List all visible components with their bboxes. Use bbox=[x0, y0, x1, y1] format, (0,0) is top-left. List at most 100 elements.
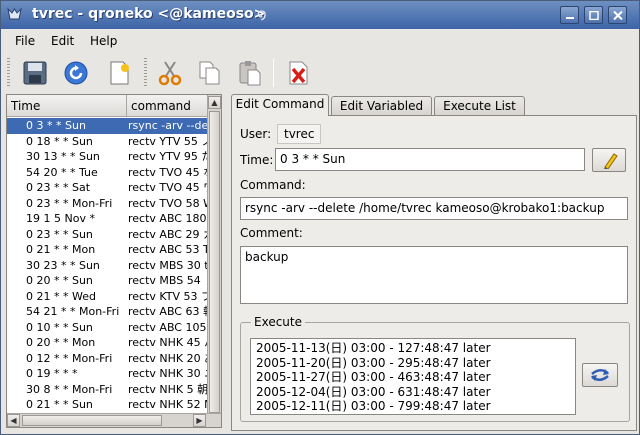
toolbar-separator bbox=[273, 59, 274, 87]
list-row[interactable]: 0 12 * * Mon-Fri rectv NHK 20 あ bbox=[7, 351, 208, 367]
list-row[interactable]: 0 23 * * Sun rectv ABC 29 カ bbox=[7, 227, 208, 243]
menu-edit[interactable]: Edit bbox=[51, 34, 74, 48]
scroll-right-arrow-icon[interactable]: ▶ bbox=[193, 414, 206, 427]
row-command: rectv YTV 55 ノ bbox=[128, 134, 208, 148]
delete-icon bbox=[289, 61, 308, 85]
list-row[interactable]: 0 3 * * Sun rsync -arv --de bbox=[7, 118, 208, 134]
list-row[interactable]: 0 20 * * Sun rectv MBS 54 「 bbox=[7, 273, 208, 289]
copy-button[interactable] bbox=[195, 58, 225, 88]
list-vertical-scrollbar[interactable]: ▲ bbox=[207, 95, 221, 413]
edit-command-panel: User: tvrec Time: 0 3 * * Sun Command: r… bbox=[231, 115, 637, 431]
menu-file[interactable]: File bbox=[15, 34, 35, 48]
execute-item[interactable]: 2005-11-13(日) 03:00 - 127:48:47 later bbox=[256, 341, 570, 356]
tab-execute-list[interactable]: Execute List bbox=[434, 96, 525, 116]
title-bar: tvrec - qroneko <@kameoso> ໑ bbox=[1, 1, 639, 29]
row-time: 0 23 * * Mon-Fri bbox=[26, 196, 113, 210]
new-button[interactable] bbox=[104, 58, 134, 88]
list-row[interactable]: 30 13 * * Sun rectv YTV 95 た bbox=[7, 149, 208, 165]
row-time: 0 20 * * Mon bbox=[26, 336, 96, 349]
list-row[interactable]: 0 19 * * * rectv NHK 30 ニ bbox=[7, 366, 208, 382]
scroll-up-arrow-icon[interactable]: ▲ bbox=[208, 96, 221, 109]
column-header-command-label: command bbox=[131, 99, 191, 113]
row-command: rectv NHK 52 N bbox=[128, 398, 208, 411]
execute-group: Execute 2005-11-13(日) 03:00 - 127:48:47 … bbox=[240, 315, 630, 422]
paste-button[interactable] bbox=[235, 58, 265, 88]
time-edit-button[interactable] bbox=[592, 148, 626, 172]
list-row[interactable]: 54 20 * * Tue rectv TVO 45 な bbox=[7, 165, 208, 181]
refresh-arrows-icon bbox=[591, 369, 609, 381]
list-row[interactable]: 0 10 * * Sun rectv ABC 105 bbox=[7, 320, 208, 336]
list-row[interactable]: 0 21 * * Sun rectv NHK 52 N bbox=[7, 397, 208, 413]
time-input[interactable]: 0 3 * * Sun bbox=[275, 148, 585, 171]
command-label: Command: bbox=[240, 178, 306, 192]
crontab-list[interactable]: Time command 0 3 * * Sun rsync -arv --de 0… bbox=[6, 94, 222, 428]
column-header-command[interactable]: command bbox=[127, 95, 208, 117]
menu-help[interactable]: Help bbox=[90, 34, 117, 48]
list-row[interactable]: 30 8 * * Mon-Fri rectv NHK 5 朝 bbox=[7, 382, 208, 398]
list-row[interactable]: 0 23 * * Mon-Fri rectv TVO 58 W bbox=[7, 196, 208, 212]
user-value: tvrec bbox=[277, 124, 322, 144]
app-icon[interactable] bbox=[6, 6, 23, 23]
list-row[interactable]: 0 18 * * Sun rectv YTV 55 ノ bbox=[7, 134, 208, 150]
list-horizontal-scrollbar[interactable]: ◀ ▶ bbox=[7, 413, 221, 427]
column-header-time[interactable]: Time bbox=[7, 95, 127, 117]
refresh-execute-button[interactable] bbox=[582, 363, 618, 387]
tab-edit-command[interactable]: Edit Command bbox=[231, 94, 329, 116]
close-button[interactable] bbox=[608, 6, 627, 24]
execute-item[interactable]: 2005-11-27(日) 03:00 - 463:48:47 later bbox=[256, 370, 570, 385]
list-row[interactable]: 30 23 * * Sun rectv MBS 30 t bbox=[7, 258, 208, 274]
row-command: rectv TVO 58 W bbox=[128, 196, 208, 210]
row-time: 30 8 * * Mon-Fri bbox=[26, 382, 113, 396]
pane-splitter[interactable] bbox=[225, 94, 230, 428]
reload-button[interactable] bbox=[61, 58, 91, 88]
row-time: 0 21 * * Wed bbox=[26, 289, 96, 303]
list-row[interactable]: 0 21 * * Wed rectv KTV 53 フ bbox=[7, 289, 208, 305]
execute-item[interactable]: 2005-11-20(日) 03:00 - 295:48:47 later bbox=[256, 356, 570, 371]
title-swirl-icon: ໑ bbox=[257, 5, 267, 23]
row-time: 0 12 * * Mon-Fri bbox=[26, 351, 113, 365]
time-label: Time: bbox=[240, 153, 274, 167]
toolbar-grip-2[interactable] bbox=[144, 58, 147, 88]
execute-group-title: Execute bbox=[251, 315, 305, 329]
execute-list[interactable]: 2005-11-13(日) 03:00 - 127:48:47 later 200… bbox=[250, 338, 576, 415]
comment-textarea[interactable]: backup bbox=[240, 246, 628, 304]
reload-icon bbox=[64, 61, 88, 85]
user-label: User: bbox=[240, 127, 272, 141]
row-time: 0 10 * * Sun bbox=[26, 320, 93, 334]
maximize-button[interactable] bbox=[584, 6, 603, 24]
row-command: rectv NHK 5 朝 bbox=[128, 382, 208, 396]
row-time: 54 20 * * Tue bbox=[26, 165, 98, 179]
save-icon bbox=[23, 61, 47, 85]
maximize-icon bbox=[589, 11, 599, 20]
execute-item[interactable]: 2005-12-04(日) 03:00 - 631:48:47 later bbox=[256, 385, 570, 400]
row-command: rectv ABC 29 カ bbox=[128, 227, 208, 241]
row-command: rectv NHK 45 パ bbox=[128, 336, 208, 349]
toolbar-grip[interactable] bbox=[7, 58, 10, 88]
row-time: 30 13 * * Sun bbox=[26, 150, 100, 163]
row-command: rectv ABC 63 報 bbox=[128, 305, 208, 318]
list-row[interactable]: 0 21 * * Mon rectv ABC 53 T bbox=[7, 242, 208, 258]
save-button[interactable] bbox=[20, 58, 50, 88]
new-icon bbox=[110, 61, 129, 85]
list-row[interactable]: 19 1 5 Nov * rectv ABC 180 bbox=[7, 211, 208, 227]
column-header-time-label: Time bbox=[11, 99, 41, 113]
vertical-scroll-thumb[interactable] bbox=[209, 111, 220, 413]
scroll-left-arrow-icon[interactable]: ◀ bbox=[7, 414, 20, 427]
delete-button[interactable] bbox=[284, 58, 314, 88]
command-input[interactable]: rsync -arv --delete /home/tvrec kameoso@… bbox=[240, 197, 628, 220]
row-command: rectv MBS 30 t bbox=[128, 258, 208, 272]
list-row[interactable]: 0 23 * * Sat rectv TVO 45 ワ bbox=[7, 180, 208, 196]
row-time: 0 23 * * Sun bbox=[26, 227, 93, 241]
execute-item[interactable]: 2005-12-11(日) 03:00 - 799:48:47 later bbox=[256, 399, 570, 414]
list-row[interactable]: 0 20 * * Mon rectv NHK 45 パ bbox=[7, 335, 208, 351]
horizontal-scroll-thumb[interactable] bbox=[22, 415, 162, 426]
list-row[interactable]: 54 21 * * Mon-Fri rectv ABC 63 報 bbox=[7, 304, 208, 320]
app-window: tvrec - qroneko <@kameoso> ໑ File Edit H… bbox=[0, 0, 640, 435]
cut-button[interactable] bbox=[155, 58, 185, 88]
row-command: rectv ABC 105 bbox=[128, 320, 207, 334]
menu-bar: File Edit Help bbox=[1, 30, 639, 52]
tab-edit-variabled[interactable]: Edit Variabled bbox=[331, 96, 432, 116]
row-time: 0 18 * * Sun bbox=[26, 134, 93, 148]
row-command: rectv NHK 30 ニ bbox=[128, 367, 208, 380]
minimize-button[interactable] bbox=[560, 6, 579, 24]
